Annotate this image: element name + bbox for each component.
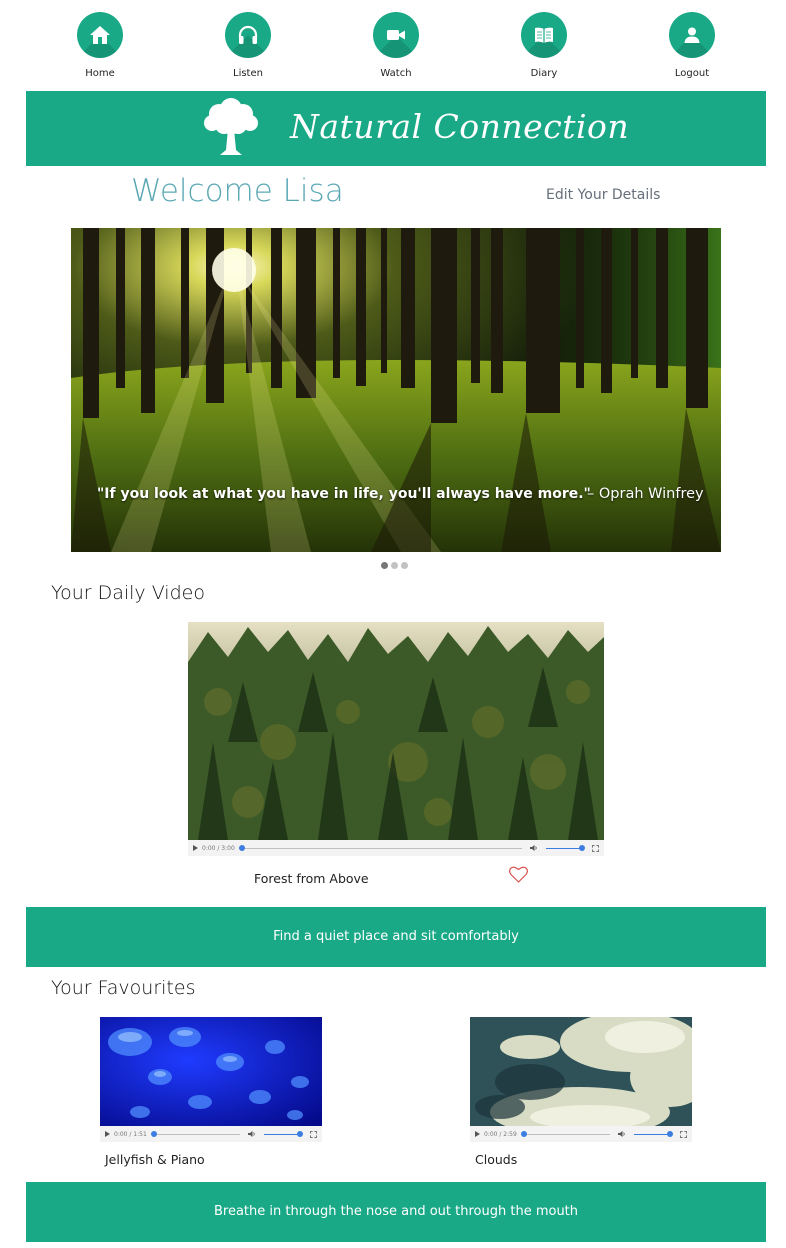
jellyfish-video-progress[interactable] [150,1130,240,1137]
progress-knob[interactable] [150,1130,157,1137]
home-icon [77,12,123,58]
nav-diary-label: Diary [530,68,558,79]
fullscreen-icon[interactable] [680,1130,687,1138]
volume-slider[interactable] [634,1130,673,1137]
edit-details-link[interactable]: Edit Your Details [546,187,660,203]
clouds-video-title: Clouds [475,1152,518,1167]
play-icon[interactable] [193,845,198,851]
tip-banner-2: Breathe in through the nose and out thro… [26,1182,766,1242]
clouds-thumbnail [470,1017,692,1126]
volume-knob[interactable] [297,1130,303,1137]
jellyfish-thumbnail [100,1017,322,1126]
fullscreen-icon[interactable] [310,1130,317,1138]
welcome-heading: Welcome Lisa [131,173,344,209]
volume-knob[interactable] [579,844,585,851]
daily-video-heading: Your Daily Video [51,582,205,604]
quote-author: – Oprah Winfrey [587,486,704,502]
slider-dot-1[interactable] [381,562,388,569]
favourite-video-jellyfish[interactable]: 0:00 / 1:51 [100,1017,322,1142]
fullscreen-icon[interactable] [592,844,599,852]
volume-icon[interactable] [618,1130,626,1138]
quote-slide: "If you look at what you have in life, y… [71,228,721,552]
daily-video-progress[interactable] [238,844,522,851]
nav-diary[interactable]: Diary [499,12,589,80]
favourites-heading: Your Favourites [51,977,196,999]
daily-video-title: Forest from Above [254,871,369,886]
tree-logo-icon [204,98,258,155]
clouds-video-time: 0:00 / 2:59 [484,1130,517,1138]
nav-watch-label: Watch [380,68,412,79]
jellyfish-video-title: Jellyfish & Piano [105,1152,205,1167]
clouds-video-controls: 0:00 / 2:59 [470,1126,692,1142]
daily-video-player[interactable]: 0:00 / 3:00 [188,622,604,856]
nav-home[interactable]: Home [55,12,145,80]
headphones-icon [225,12,271,58]
tip-banner-1: Find a quiet place and sit comfortably [26,907,766,967]
clouds-video-progress[interactable] [520,1130,610,1137]
jellyfish-video-time: 0:00 / 1:51 [114,1130,147,1138]
play-icon[interactable] [105,1131,110,1137]
brand-banner: Natural Connection [26,91,766,166]
nav-logout-label: Logout [674,68,710,79]
nav-listen-label: Listen [233,68,263,79]
daily-video-controls: 0:00 / 3:00 [188,840,604,856]
favourite-video-clouds[interactable]: 0:00 / 2:59 [470,1017,692,1142]
brand-name: Natural Connection [290,107,630,146]
user-icon [669,12,715,58]
play-icon[interactable] [475,1131,480,1137]
daily-video-time: 0:00 / 3:00 [202,844,235,852]
video-camera-icon [373,12,419,58]
quote-text: "If you look at what you have in life, y… [97,486,591,502]
volume-slider[interactable] [546,844,585,851]
forest-aerial-thumbnail [188,622,604,840]
jellyfish-video-controls: 0:00 / 1:51 [100,1126,322,1142]
slider-dot-2[interactable] [391,562,398,569]
heart-icon[interactable] [509,866,528,883]
book-icon [521,12,567,58]
volume-icon[interactable] [530,844,538,852]
volume-knob[interactable] [667,1130,673,1137]
volume-slider[interactable] [264,1130,303,1137]
slider-dot-3[interactable] [401,562,408,569]
volume-icon[interactable] [248,1130,256,1138]
progress-knob[interactable] [520,1130,527,1137]
nav-logout[interactable]: Logout [647,12,737,80]
nav-listen[interactable]: Listen [203,12,293,80]
forest-sunlight-image [71,228,721,552]
nav-home-label: Home [85,68,115,79]
progress-knob[interactable] [238,844,245,851]
nav-watch[interactable]: Watch [351,12,441,80]
slider-dots [381,562,408,570]
